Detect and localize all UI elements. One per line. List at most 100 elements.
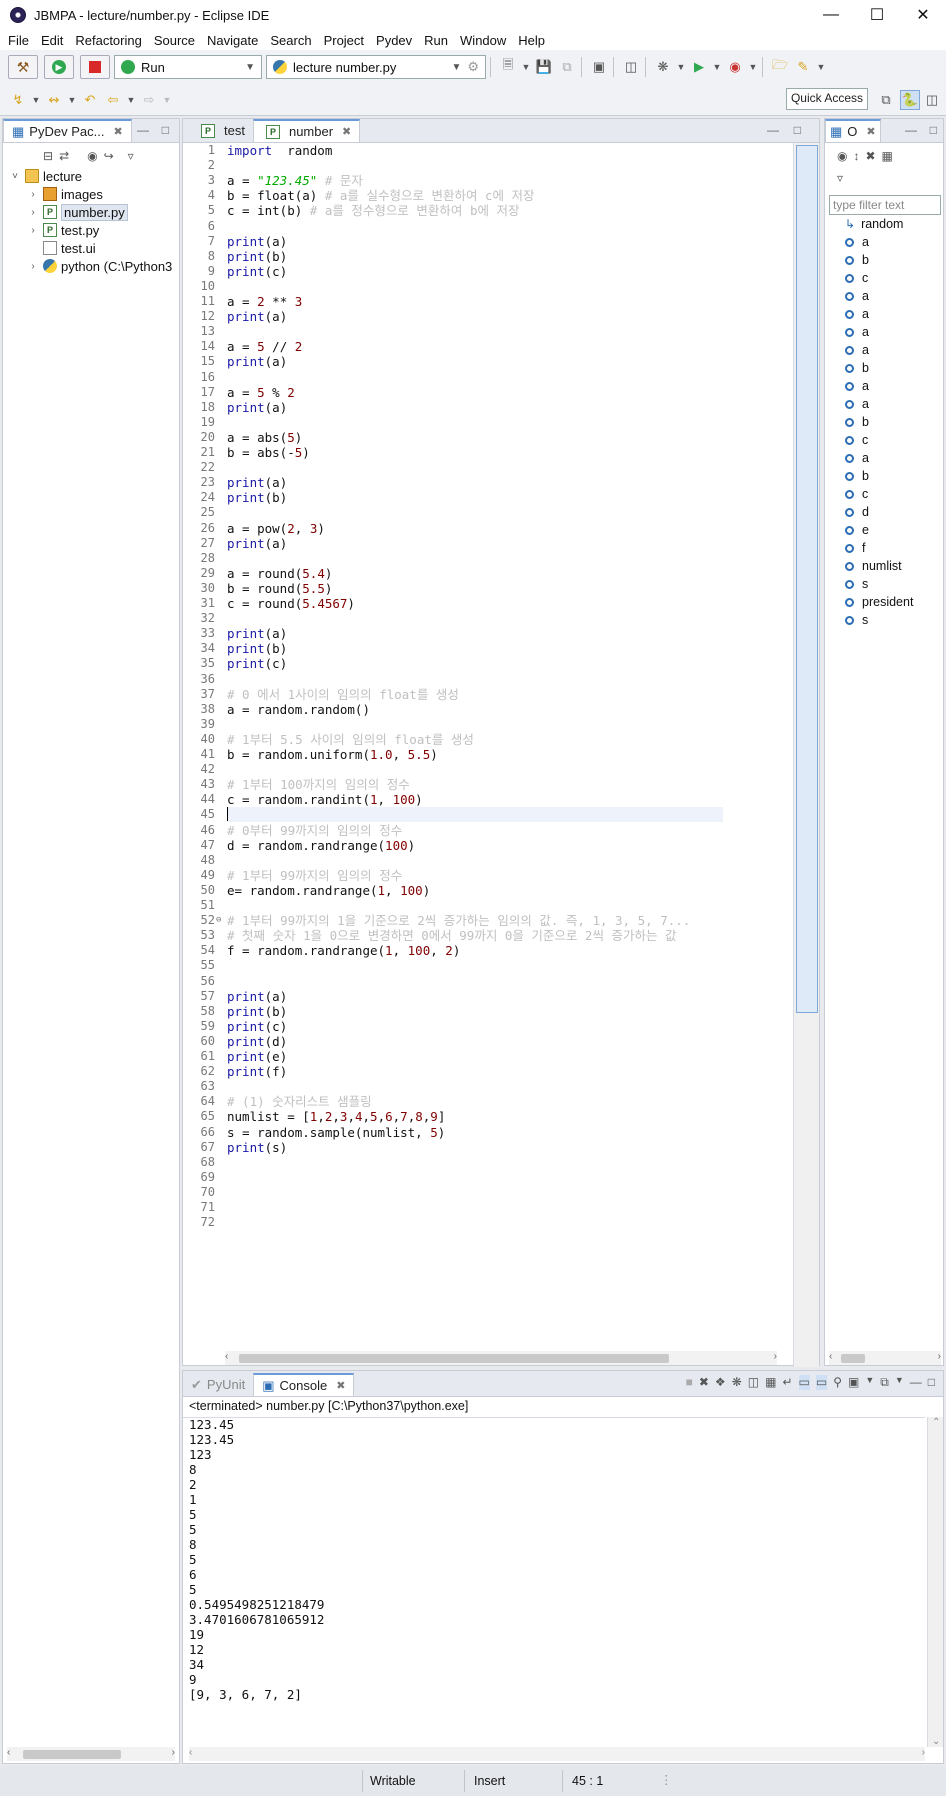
outline-item[interactable]: d <box>845 503 869 521</box>
pydev-perspective-icon[interactable]: 🐍 <box>900 90 920 110</box>
maximize-icon[interactable]: □ <box>930 123 937 137</box>
menu-run[interactable]: Run <box>424 33 456 48</box>
next-annotation-icon[interactable]: ↯ <box>8 90 28 110</box>
display-console-icon[interactable]: ▣ <box>848 1375 859 1390</box>
minimize-icon[interactable]: — <box>137 123 149 137</box>
search-icon[interactable]: ✎ <box>793 57 813 77</box>
chevron-down-icon[interactable]: ▼ <box>748 57 758 77</box>
outline-item[interactable]: a <box>845 449 869 467</box>
chevron-down-icon[interactable]: ▼ <box>865 1375 874 1390</box>
menu-source[interactable]: Source <box>154 33 203 48</box>
console-icon[interactable]: ▣ <box>589 57 609 77</box>
tree-item[interactable]: › python (C:\Python3 <box>27 257 172 275</box>
explorer-hscroll[interactable]: ‹ › <box>7 1747 175 1761</box>
launch-config-combo[interactable]: lecture number.py ▼ ⚙ <box>266 55 486 79</box>
open-perspective-icon[interactable]: ⧉ <box>876 90 896 110</box>
outline-item[interactable]: s <box>845 575 868 593</box>
filters-icon[interactable]: ◉ <box>87 149 97 163</box>
open-console-icon[interactable]: ⧉ <box>880 1375 889 1390</box>
outline-item[interactable]: c <box>845 485 868 503</box>
chevron-right-icon[interactable]: › <box>27 189 39 200</box>
minimize-button[interactable]: — <box>808 0 854 30</box>
run-button[interactable]: ▶ <box>44 55 74 79</box>
java-perspective-icon[interactable]: ◫ <box>922 90 942 110</box>
tree-item[interactable]: › Pnumber.py <box>27 203 128 221</box>
scroll-thumb[interactable] <box>239 1354 669 1363</box>
tab-pyunit[interactable]: ✔ PyUnit <box>183 1373 253 1396</box>
menu-pydev[interactable]: Pydev <box>376 33 420 48</box>
tree-item[interactable]: ˅ lecture <box>9 167 82 185</box>
scroll-lock-icon[interactable]: ▦ <box>765 1375 776 1390</box>
outline-item[interactable]: c <box>845 269 868 287</box>
outline-hscroll[interactable]: ‹ › <box>829 1351 941 1365</box>
close-icon[interactable]: ✖ <box>336 1379 345 1392</box>
outline-item[interactable]: b <box>845 251 869 269</box>
tab-outline[interactable]: ▦ O ✖ <box>825 119 881 142</box>
editor-vscroll[interactable] <box>793 143 819 1367</box>
chevron-down-icon[interactable]: ▼ <box>712 57 722 77</box>
outline-item[interactable]: f <box>845 539 865 557</box>
chevron-down-icon[interactable]: ▼ <box>126 90 136 110</box>
outline-item[interactable]: a <box>845 323 869 341</box>
fold-icon[interactable]: ⊖ <box>216 913 221 928</box>
run-as-icon[interactable]: ▶ <box>689 57 709 77</box>
scroll-thumb[interactable] <box>23 1750 121 1759</box>
gear-icon[interactable]: ⚙ <box>467 59 479 75</box>
menu-window[interactable]: Window <box>460 33 514 48</box>
outline-item[interactable]: b <box>845 359 869 377</box>
clear-console-icon[interactable]: ◫ <box>748 1375 759 1390</box>
editor-hscroll[interactable]: ‹ › <box>225 1351 777 1365</box>
pin-console-icon[interactable]: ⚲ <box>833 1375 842 1390</box>
close-icon[interactable]: ✖ <box>866 125 875 138</box>
outline-item[interactable]: ↳ random <box>845 215 903 233</box>
new-wizard-icon[interactable]: 🗏 <box>498 57 518 77</box>
outline-item[interactable]: president <box>845 593 913 611</box>
show-stderr-icon[interactable]: ▭ <box>815 1375 828 1390</box>
maximize-icon[interactable]: □ <box>794 123 801 137</box>
outline-item[interactable]: a <box>845 377 869 395</box>
scroll-thumb[interactable] <box>841 1354 865 1363</box>
view-menu-icon[interactable]: ▿ <box>837 171 843 185</box>
close-icon[interactable]: ✖ <box>342 125 351 138</box>
save-all-icon[interactable]: ⧉ <box>557 57 577 77</box>
show-stdout-icon[interactable]: ▭ <box>798 1375 810 1390</box>
chevron-down-icon[interactable]: ▼ <box>816 57 826 77</box>
outline-filter-input[interactable]: type filter text <box>829 195 941 215</box>
open-folder-icon[interactable]: 🗁 <box>770 57 790 77</box>
outline-item[interactable]: a <box>845 341 869 359</box>
outline-item[interactable]: numlist <box>845 557 902 575</box>
chevron-down-icon[interactable]: ▼ <box>31 90 41 110</box>
back-icon[interactable]: ⇦ <box>103 90 123 110</box>
outline-item[interactable]: s <box>845 611 868 629</box>
collapse-all-icon[interactable]: ⊟ <box>43 149 53 163</box>
chevron-down-icon[interactable]: ˅ <box>9 171 21 182</box>
view-menu-icon[interactable]: ▿ <box>128 149 134 163</box>
expand-icon[interactable]: ▦ <box>882 149 893 163</box>
chevron-down-icon[interactable]: ▼ <box>676 57 686 77</box>
tab-number[interactable]: Pnumber ✖ <box>252 119 361 142</box>
outline-item[interactable]: b <box>845 467 869 485</box>
last-edit-icon[interactable]: ↶ <box>80 90 100 110</box>
terminate-button[interactable] <box>80 55 110 79</box>
sort-alpha-icon[interactable]: ↕ <box>853 149 859 163</box>
save-icon[interactable]: 💾 <box>534 57 554 77</box>
outline-item[interactable]: a <box>845 395 869 413</box>
chevron-down-icon[interactable]: ▼ <box>67 90 77 110</box>
debug-icon[interactable]: ❋ <box>732 1375 742 1390</box>
close-icon[interactable]: ✖ <box>113 125 122 138</box>
menu-edit[interactable]: Edit <box>41 33 71 48</box>
console-output[interactable]: 123.45 123.45 123 8 2 1 5 5 8 5 6 5 0.54954982512184… <box>189 1417 324 1702</box>
minimize-icon[interactable]: — <box>767 123 779 137</box>
outline-item[interactable]: e <box>845 521 869 539</box>
tree-item[interactable]: › images <box>27 185 103 203</box>
filters-icon[interactable]: ◉ <box>837 149 847 163</box>
quick-access-field[interactable]: Quick Access <box>785 88 868 110</box>
close-button[interactable]: ✕ <box>900 0 946 30</box>
menu-search[interactable]: Search <box>270 33 319 48</box>
run-mode-combo[interactable]: Run ▼ <box>114 55 262 79</box>
chevron-right-icon[interactable]: › <box>27 225 39 236</box>
code-editor[interactable]: 1 import random 2 3 a = "123.45" # 문자 4 b = fl… <box>191 143 723 1229</box>
console-vscroll[interactable]: ⌃ ⌄ <box>927 1417 943 1747</box>
minimize-icon[interactable]: — <box>905 123 917 137</box>
forward-icon[interactable]: ⇨ <box>139 90 159 110</box>
